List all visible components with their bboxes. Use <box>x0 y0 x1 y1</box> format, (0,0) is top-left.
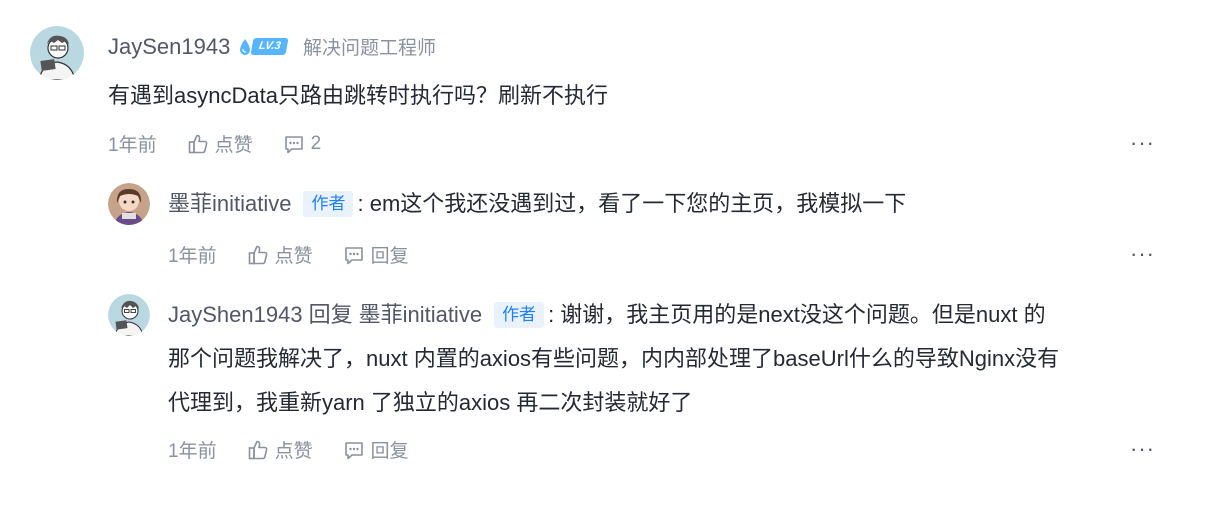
reply-text: : em这个我还没遇到过，看了一下您的主页，我模拟一下 <box>357 191 907 216</box>
like-label: 点赞 <box>274 441 313 462</box>
like-button[interactable]: 点赞 <box>247 436 313 463</box>
reply-word: 回复 <box>308 302 353 327</box>
avatar-image-icon <box>108 183 150 225</box>
comment-bubble-icon <box>344 441 363 459</box>
level-text: LV.3 <box>250 38 289 55</box>
reply-time: 1年前 <box>168 246 217 267</box>
author-tag: 作者 <box>494 302 545 328</box>
reply-username[interactable]: JayShen1943 <box>168 302 303 327</box>
reply-label: 回复 <box>370 246 409 267</box>
comment-time: 1年前 <box>108 135 157 156</box>
reply-text-line2: 那个问题我解决了，nuxt 内置的axios有些问题，内内部处理了baseUrl… <box>168 346 1060 371</box>
more-options-icon[interactable]: ··· <box>1130 243 1155 265</box>
thumbs-up-icon <box>248 245 267 264</box>
comment-bubble-icon <box>344 246 363 264</box>
thumbs-up-icon <box>188 134 207 153</box>
comment-actions: 1年前 点赞 2 <box>108 130 321 157</box>
author-tag: 作者 <box>303 191 354 217</box>
comment-bubble-icon <box>284 135 303 153</box>
avatar-image-icon <box>30 26 84 80</box>
like-label: 点赞 <box>274 246 313 267</box>
reply-text-line3: 代理到，我重新yarn 了独立的axios 再二次封装就好了 <box>168 390 693 415</box>
more-options-icon[interactable]: ··· <box>1130 132 1155 154</box>
reply-content: JayShen1943 回复 墨菲initiative 作者: 谢谢，我主页用的是ne… <box>168 293 1168 425</box>
reply-button[interactable]: 回复 <box>343 436 409 463</box>
thumbs-up-icon <box>248 440 267 459</box>
avatar-image-icon <box>108 294 150 336</box>
like-label: 点赞 <box>214 135 253 156</box>
more-options-icon[interactable]: ··· <box>1130 438 1155 460</box>
reply-avatar[interactable] <box>108 294 150 336</box>
reply-count: 2 <box>310 132 322 154</box>
comment-content: 有遇到asyncData只路由跳转时执行吗？刷新不执行 <box>108 83 608 108</box>
reply-text-line1: : 谢谢，我主页用的是next没这个问题。但是nuxt 的 <box>548 302 1046 327</box>
reply-count-button[interactable]: 2 <box>283 132 322 155</box>
level-badge: LV.3 <box>238 38 289 56</box>
reply-actions: 1年前 点赞 回复 <box>168 241 409 268</box>
like-button[interactable]: 点赞 <box>187 130 253 157</box>
comment-meta: JaySen1943 LV.3 解决问题工程师 <box>108 33 436 60</box>
reply-label: 回复 <box>370 441 409 462</box>
job-title: 解决问题工程师 <box>302 38 436 59</box>
reply-button[interactable]: 回复 <box>343 241 409 268</box>
like-button[interactable]: 点赞 <box>247 241 313 268</box>
reply-content: 墨菲initiative 作者: em这个我还没遇到过，看了一下您的主页，我模拟一… <box>168 182 906 226</box>
reply-time: 1年前 <box>168 441 217 462</box>
comment-thread: JaySen1943 LV.3 解决问题工程师 有遇到asyncData只路由跳… <box>0 0 1205 517</box>
reply-actions: 1年前 点赞 回复 <box>168 436 409 463</box>
reply-avatar[interactable] <box>108 183 150 225</box>
reply-username[interactable]: 墨菲initiative <box>168 191 291 216</box>
reply-to-username[interactable]: 墨菲initiative <box>359 302 482 327</box>
comment-avatar[interactable] <box>30 26 84 80</box>
comment-username[interactable]: JaySen1943 <box>108 34 230 60</box>
